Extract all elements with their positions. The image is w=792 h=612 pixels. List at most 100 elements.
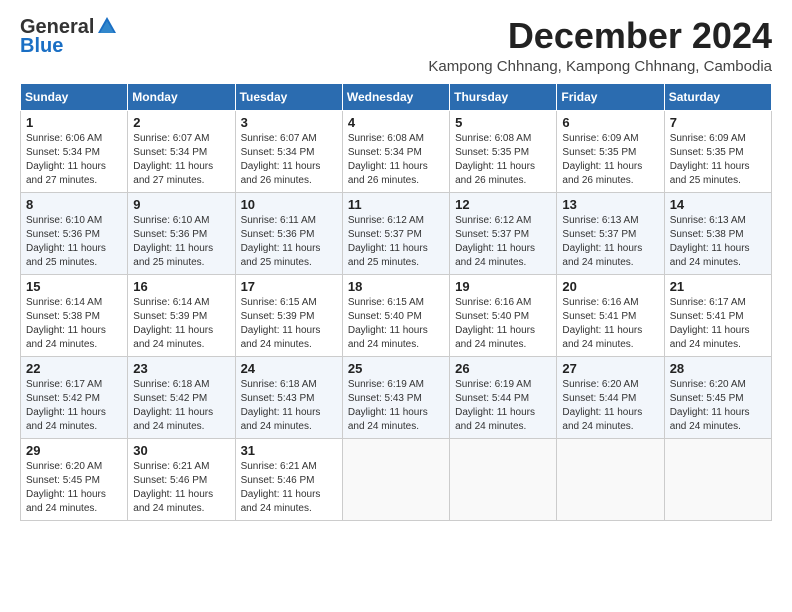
calendar-cell: 26 Sunrise: 6:19 AM Sunset: 5:44 PM Dayl… <box>450 356 557 438</box>
day-number: 30 <box>133 443 229 458</box>
calendar-cell: 5 Sunrise: 6:08 AM Sunset: 5:35 PM Dayli… <box>450 110 557 192</box>
calendar-cell: 6 Sunrise: 6:09 AM Sunset: 5:35 PM Dayli… <box>557 110 664 192</box>
calendar-cell: 16 Sunrise: 6:14 AM Sunset: 5:39 PM Dayl… <box>128 274 235 356</box>
calendar-cell: 19 Sunrise: 6:16 AM Sunset: 5:40 PM Dayl… <box>450 274 557 356</box>
day-number: 27 <box>562 361 658 376</box>
day-number: 14 <box>670 197 766 212</box>
calendar-cell: 23 Sunrise: 6:18 AM Sunset: 5:42 PM Dayl… <box>128 356 235 438</box>
calendar-cell: 11 Sunrise: 6:12 AM Sunset: 5:37 PM Dayl… <box>342 192 449 274</box>
calendar-week-row: 15 Sunrise: 6:14 AM Sunset: 5:38 PM Dayl… <box>21 274 772 356</box>
weekday-header: Tuesday <box>235 83 342 110</box>
calendar-cell: 28 Sunrise: 6:20 AM Sunset: 5:45 PM Dayl… <box>664 356 771 438</box>
day-number: 2 <box>133 115 229 130</box>
calendar-cell <box>557 438 664 520</box>
day-info: Sunrise: 6:10 AM Sunset: 5:36 PM Dayligh… <box>26 215 106 268</box>
day-info: Sunrise: 6:21 AM Sunset: 5:46 PM Dayligh… <box>133 461 213 514</box>
calendar-cell: 20 Sunrise: 6:16 AM Sunset: 5:41 PM Dayl… <box>557 274 664 356</box>
day-number: 3 <box>241 115 337 130</box>
day-info: Sunrise: 6:09 AM Sunset: 5:35 PM Dayligh… <box>562 133 642 186</box>
day-number: 24 <box>241 361 337 376</box>
day-info: Sunrise: 6:06 AM Sunset: 5:34 PM Dayligh… <box>26 133 106 186</box>
day-number: 11 <box>348 197 444 212</box>
day-number: 17 <box>241 279 337 294</box>
calendar-cell: 8 Sunrise: 6:10 AM Sunset: 5:36 PM Dayli… <box>21 192 128 274</box>
day-number: 22 <box>26 361 122 376</box>
day-number: 9 <box>133 197 229 212</box>
day-info: Sunrise: 6:13 AM Sunset: 5:38 PM Dayligh… <box>670 215 750 268</box>
day-info: Sunrise: 6:21 AM Sunset: 5:46 PM Dayligh… <box>241 461 321 514</box>
day-info: Sunrise: 6:17 AM Sunset: 5:41 PM Dayligh… <box>670 297 750 350</box>
day-number: 25 <box>348 361 444 376</box>
day-info: Sunrise: 6:09 AM Sunset: 5:35 PM Dayligh… <box>670 133 750 186</box>
location-title: Kampong Chhnang, Kampong Chhnang, Cambod… <box>428 58 772 75</box>
calendar-week-row: 29 Sunrise: 6:20 AM Sunset: 5:45 PM Dayl… <box>21 438 772 520</box>
day-number: 1 <box>26 115 122 130</box>
day-info: Sunrise: 6:07 AM Sunset: 5:34 PM Dayligh… <box>241 133 321 186</box>
day-info: Sunrise: 6:20 AM Sunset: 5:44 PM Dayligh… <box>562 379 642 432</box>
calendar-week-row: 22 Sunrise: 6:17 AM Sunset: 5:42 PM Dayl… <box>21 356 772 438</box>
day-number: 4 <box>348 115 444 130</box>
day-info: Sunrise: 6:07 AM Sunset: 5:34 PM Dayligh… <box>133 133 213 186</box>
day-info: Sunrise: 6:10 AM Sunset: 5:36 PM Dayligh… <box>133 215 213 268</box>
day-number: 6 <box>562 115 658 130</box>
calendar-cell: 14 Sunrise: 6:13 AM Sunset: 5:38 PM Dayl… <box>664 192 771 274</box>
calendar-cell: 21 Sunrise: 6:17 AM Sunset: 5:41 PM Dayl… <box>664 274 771 356</box>
calendar-cell: 9 Sunrise: 6:10 AM Sunset: 5:36 PM Dayli… <box>128 192 235 274</box>
calendar-cell: 25 Sunrise: 6:19 AM Sunset: 5:43 PM Dayl… <box>342 356 449 438</box>
weekday-header: Friday <box>557 83 664 110</box>
calendar-cell: 30 Sunrise: 6:21 AM Sunset: 5:46 PM Dayl… <box>128 438 235 520</box>
day-info: Sunrise: 6:08 AM Sunset: 5:34 PM Dayligh… <box>348 133 428 186</box>
day-number: 18 <box>348 279 444 294</box>
calendar-cell: 22 Sunrise: 6:17 AM Sunset: 5:42 PM Dayl… <box>21 356 128 438</box>
calendar-cell: 31 Sunrise: 6:21 AM Sunset: 5:46 PM Dayl… <box>235 438 342 520</box>
calendar-cell: 27 Sunrise: 6:20 AM Sunset: 5:44 PM Dayl… <box>557 356 664 438</box>
day-number: 5 <box>455 115 551 130</box>
day-number: 8 <box>26 197 122 212</box>
calendar-cell <box>342 438 449 520</box>
calendar-table: SundayMondayTuesdayWednesdayThursdayFrid… <box>20 83 772 521</box>
weekday-header: Sunday <box>21 83 128 110</box>
day-info: Sunrise: 6:19 AM Sunset: 5:43 PM Dayligh… <box>348 379 428 432</box>
day-info: Sunrise: 6:08 AM Sunset: 5:35 PM Dayligh… <box>455 133 535 186</box>
calendar-cell: 17 Sunrise: 6:15 AM Sunset: 5:39 PM Dayl… <box>235 274 342 356</box>
day-info: Sunrise: 6:18 AM Sunset: 5:43 PM Dayligh… <box>241 379 321 432</box>
calendar-cell <box>450 438 557 520</box>
day-info: Sunrise: 6:19 AM Sunset: 5:44 PM Dayligh… <box>455 379 535 432</box>
calendar-week-row: 8 Sunrise: 6:10 AM Sunset: 5:36 PM Dayli… <box>21 192 772 274</box>
day-info: Sunrise: 6:16 AM Sunset: 5:41 PM Dayligh… <box>562 297 642 350</box>
weekday-header: Monday <box>128 83 235 110</box>
header: General Blue December 2024 Kampong Chhna… <box>20 16 772 75</box>
day-info: Sunrise: 6:17 AM Sunset: 5:42 PM Dayligh… <box>26 379 106 432</box>
calendar-cell <box>664 438 771 520</box>
logo-icon <box>96 15 118 37</box>
day-number: 10 <box>241 197 337 212</box>
calendar-cell: 29 Sunrise: 6:20 AM Sunset: 5:45 PM Dayl… <box>21 438 128 520</box>
month-title: December 2024 <box>428 16 772 56</box>
day-info: Sunrise: 6:18 AM Sunset: 5:42 PM Dayligh… <box>133 379 213 432</box>
day-number: 31 <box>241 443 337 458</box>
day-number: 26 <box>455 361 551 376</box>
day-number: 19 <box>455 279 551 294</box>
day-info: Sunrise: 6:16 AM Sunset: 5:40 PM Dayligh… <box>455 297 535 350</box>
day-info: Sunrise: 6:14 AM Sunset: 5:39 PM Dayligh… <box>133 297 213 350</box>
calendar-cell: 18 Sunrise: 6:15 AM Sunset: 5:40 PM Dayl… <box>342 274 449 356</box>
calendar-cell: 24 Sunrise: 6:18 AM Sunset: 5:43 PM Dayl… <box>235 356 342 438</box>
calendar-cell: 4 Sunrise: 6:08 AM Sunset: 5:34 PM Dayli… <box>342 110 449 192</box>
day-info: Sunrise: 6:12 AM Sunset: 5:37 PM Dayligh… <box>348 215 428 268</box>
calendar-cell: 12 Sunrise: 6:12 AM Sunset: 5:37 PM Dayl… <box>450 192 557 274</box>
day-info: Sunrise: 6:15 AM Sunset: 5:39 PM Dayligh… <box>241 297 321 350</box>
day-number: 12 <box>455 197 551 212</box>
day-info: Sunrise: 6:13 AM Sunset: 5:37 PM Dayligh… <box>562 215 642 268</box>
day-info: Sunrise: 6:12 AM Sunset: 5:37 PM Dayligh… <box>455 215 535 268</box>
logo: General Blue <box>20 16 118 58</box>
day-info: Sunrise: 6:20 AM Sunset: 5:45 PM Dayligh… <box>26 461 106 514</box>
day-info: Sunrise: 6:20 AM Sunset: 5:45 PM Dayligh… <box>670 379 750 432</box>
calendar-cell: 15 Sunrise: 6:14 AM Sunset: 5:38 PM Dayl… <box>21 274 128 356</box>
weekday-header: Saturday <box>664 83 771 110</box>
weekday-header: Thursday <box>450 83 557 110</box>
calendar-cell: 2 Sunrise: 6:07 AM Sunset: 5:34 PM Dayli… <box>128 110 235 192</box>
calendar-cell: 1 Sunrise: 6:06 AM Sunset: 5:34 PM Dayli… <box>21 110 128 192</box>
day-info: Sunrise: 6:14 AM Sunset: 5:38 PM Dayligh… <box>26 297 106 350</box>
calendar-cell: 13 Sunrise: 6:13 AM Sunset: 5:37 PM Dayl… <box>557 192 664 274</box>
weekday-header: Wednesday <box>342 83 449 110</box>
